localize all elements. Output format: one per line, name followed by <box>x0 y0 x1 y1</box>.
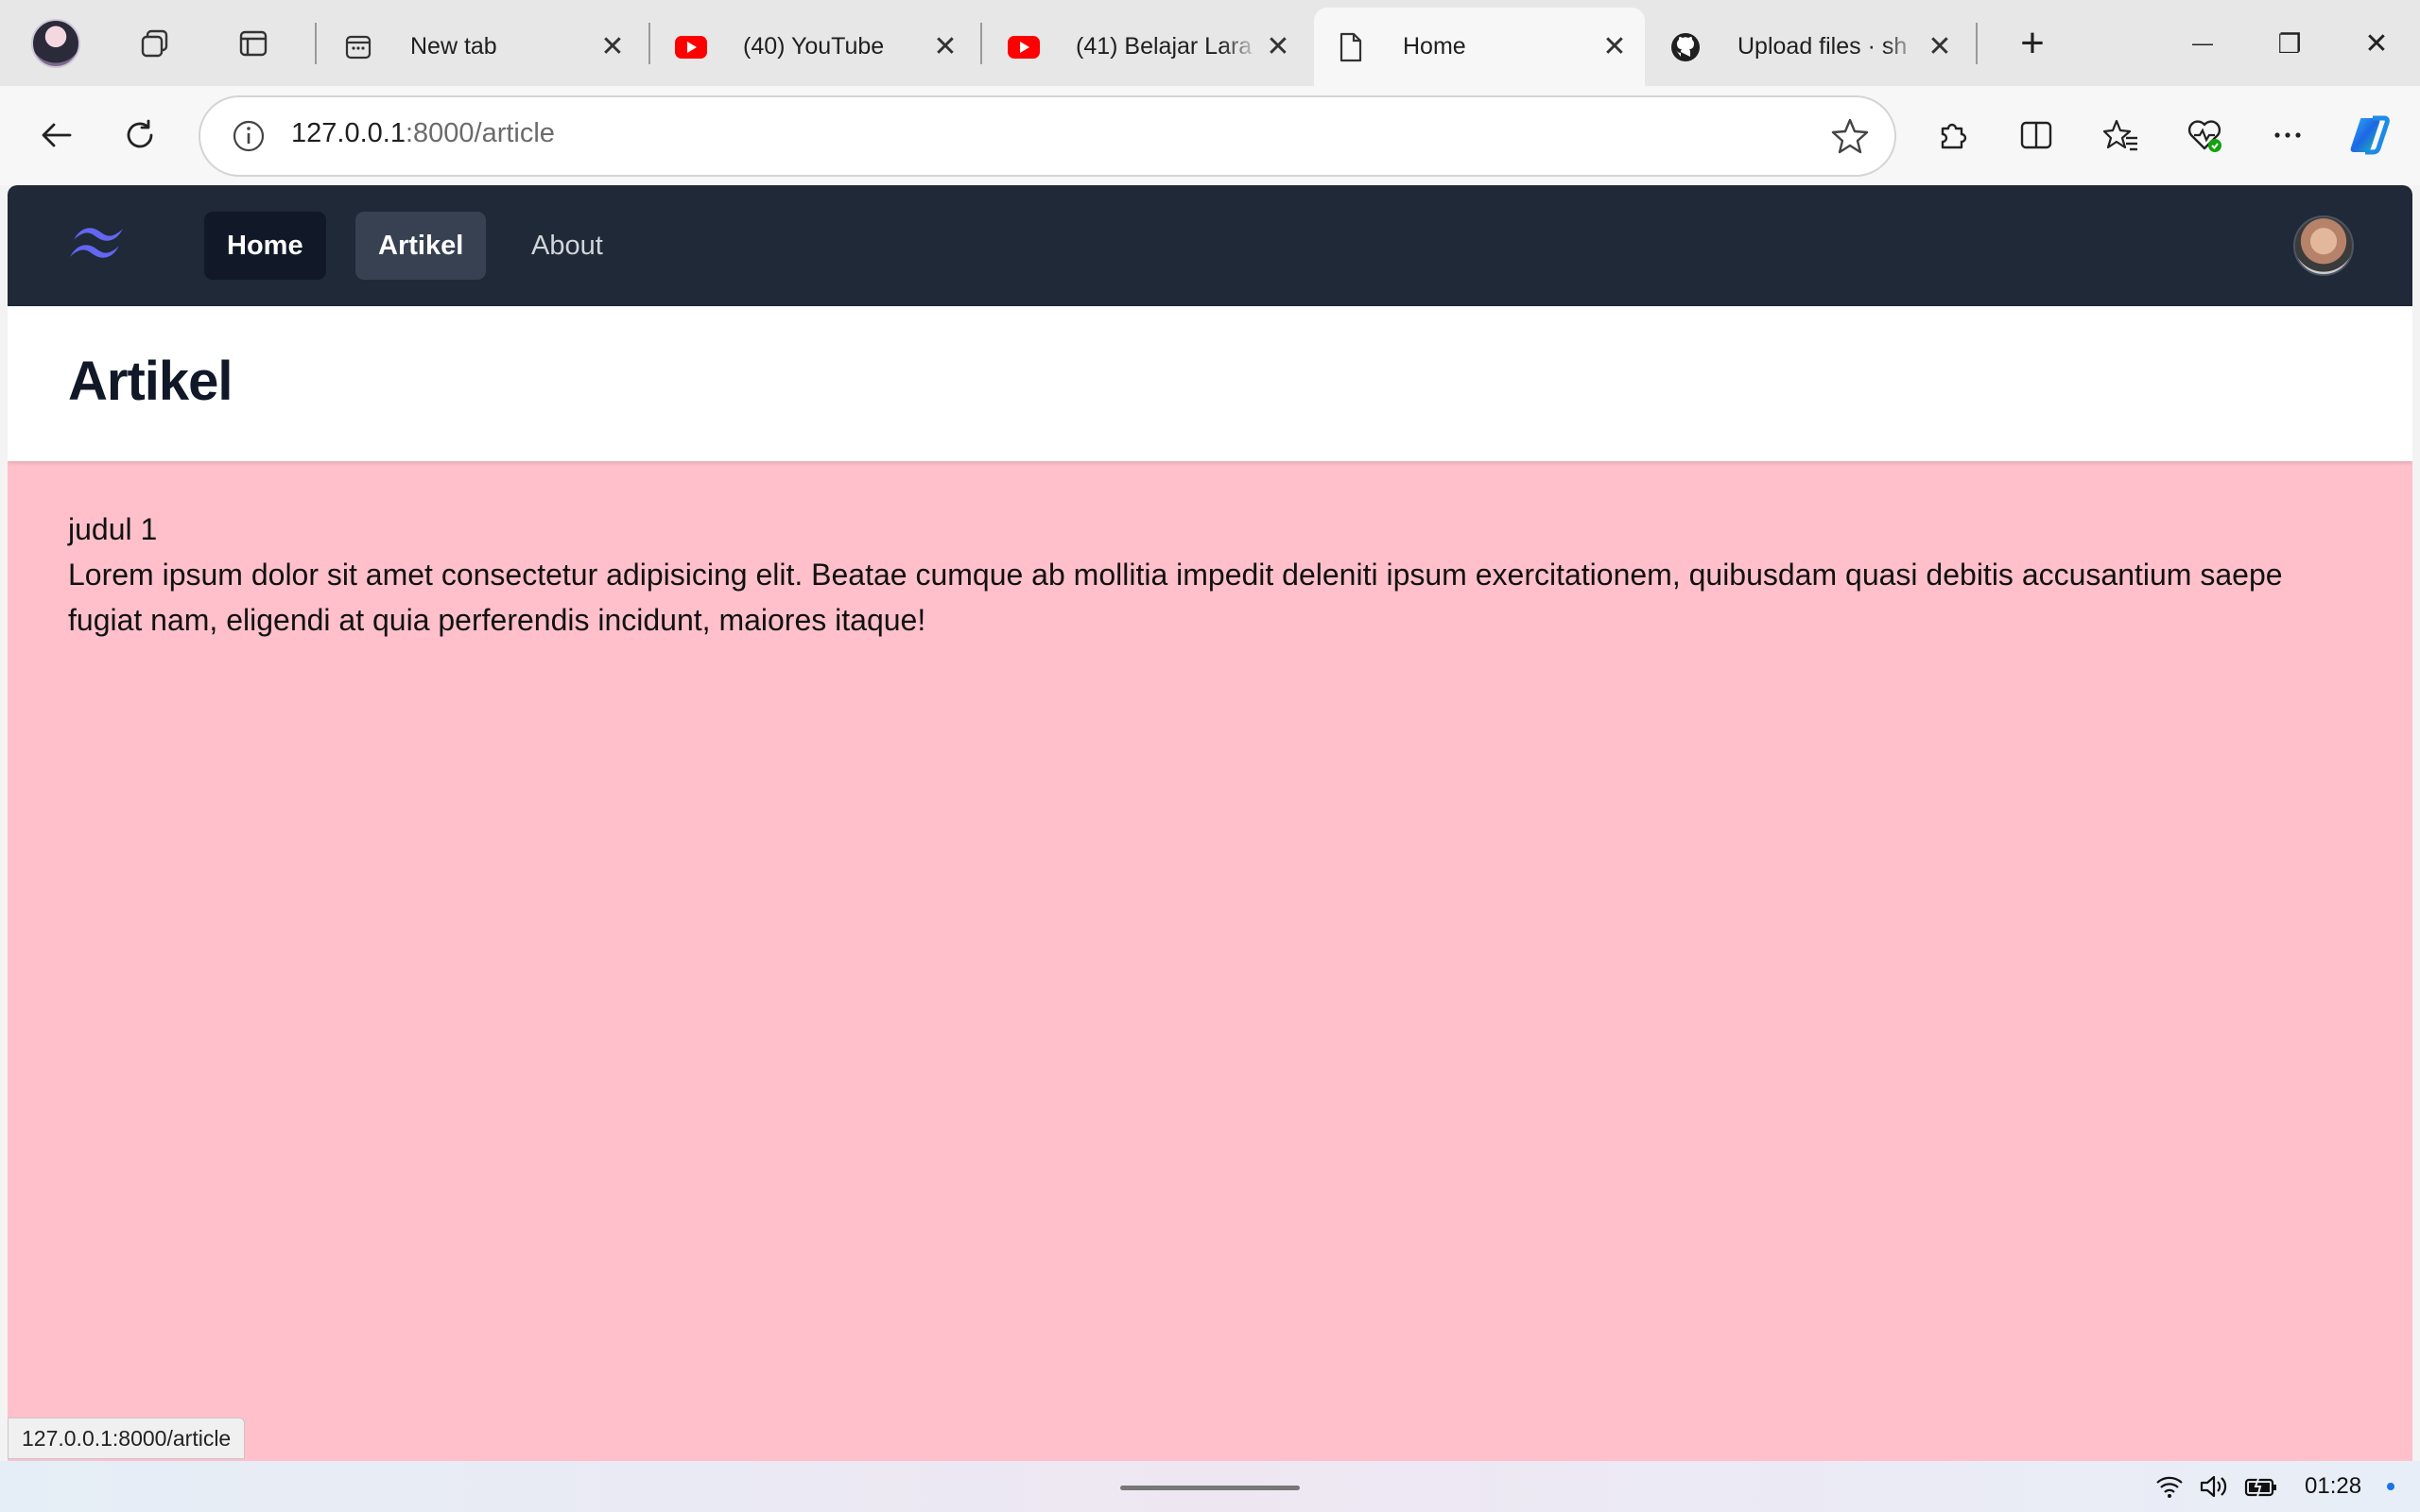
split-screen-icon[interactable] <box>2012 111 2061 160</box>
page-header: Artikel <box>8 306 2412 461</box>
tab-close-icon[interactable]: ✕ <box>1921 30 1959 63</box>
clock[interactable]: 01:28 <box>2305 1470 2361 1503</box>
article-body: Lorem ipsum dolor sit amet consectetur a… <box>68 558 2283 637</box>
window-close-button[interactable]: ✕ <box>2352 19 2401 68</box>
tab-separator <box>648 23 650 64</box>
wifi-icon[interactable] <box>2155 1470 2184 1503</box>
tab-separator <box>1976 23 1978 64</box>
youtube-icon <box>675 31 707 63</box>
tab-upload-files[interactable]: Upload files · sh ✕ <box>1649 8 1970 86</box>
volume-icon[interactable] <box>2199 1470 2229 1503</box>
link-status-url: 127.0.0.1:8000/article <box>8 1418 246 1459</box>
workspaces-icon[interactable] <box>130 19 180 68</box>
nav-artikel[interactable]: Artikel <box>355 212 487 280</box>
browser-tab-bar: New tab ✕ (40) YouTube ✕ (41) Belajar La… <box>0 0 2420 86</box>
tab-close-icon[interactable]: ✕ <box>926 30 964 63</box>
github-icon <box>1669 31 1702 63</box>
tab-title: Upload files · sh <box>1737 33 1908 60</box>
article-item: judul 1 Lorem ipsum dolor sit amet conse… <box>68 507 2356 643</box>
youtube-icon <box>1008 31 1040 63</box>
address-bar[interactable]: 127.0.0.1:8000/article <box>199 95 1896 177</box>
tab-belajar-laravel[interactable]: (41) Belajar Lara ✕ <box>987 8 1308 86</box>
extensions-icon[interactable] <box>1928 111 1978 160</box>
browser-toolbar: 127.0.0.1:8000/article <box>0 86 2420 185</box>
tab-youtube[interactable]: (40) YouTube ✕ <box>654 8 976 86</box>
tab-close-icon[interactable]: ✕ <box>594 30 631 63</box>
taskbar-handle[interactable] <box>1120 1486 1300 1490</box>
site-navbar: Home Artikel About <box>8 185 2412 306</box>
user-avatar[interactable] <box>2293 215 2354 276</box>
tab-title: (40) YouTube <box>743 33 885 60</box>
back-button[interactable] <box>32 111 81 160</box>
nav-home[interactable]: Home <box>204 212 326 280</box>
favorites-icon[interactable] <box>2097 111 2146 160</box>
tailwind-logo-icon[interactable] <box>66 219 129 272</box>
tab-title: Home <box>1403 33 1466 60</box>
tab-title: (41) Belajar Lara <box>1076 33 1253 60</box>
browser-essentials-icon[interactable] <box>2180 111 2229 160</box>
page-title: Artikel <box>68 351 233 412</box>
battery-icon[interactable] <box>2244 1470 2278 1503</box>
address-url: 127.0.0.1:8000/article <box>291 118 555 149</box>
favorite-star-icon[interactable] <box>1830 116 1870 156</box>
tab-new-tab[interactable]: New tab ✕ <box>321 8 643 86</box>
new-tab-icon <box>342 31 374 63</box>
tab-close-icon[interactable]: ✕ <box>1259 30 1297 63</box>
refresh-icon[interactable] <box>115 111 164 160</box>
profile-avatar[interactable] <box>31 19 80 68</box>
tab-separator <box>980 23 982 64</box>
taskbar: 01:28 <box>0 1461 2420 1512</box>
url-path: :8000/article <box>405 118 555 148</box>
web-page: Home Artikel About Artikel judul 1 Lorem… <box>8 185 2412 1461</box>
new-tab-button[interactable]: + <box>2008 19 2057 68</box>
url-host: 127.0.0.1 <box>291 118 406 148</box>
copilot-icon[interactable] <box>2346 111 2395 160</box>
minimize-button[interactable]: — <box>2178 19 2227 68</box>
tab-separator <box>315 23 317 64</box>
notification-dot-icon[interactable] <box>2386 1470 2395 1503</box>
tab-close-icon[interactable]: ✕ <box>1596 30 1634 63</box>
page-icon <box>1335 31 1367 63</box>
site-info-icon[interactable] <box>231 118 267 154</box>
more-options-icon[interactable] <box>2263 111 2312 160</box>
tab-title: New tab <box>410 33 497 60</box>
nav-about[interactable]: About <box>509 212 626 280</box>
restore-button[interactable]: ❐ <box>2265 19 2314 68</box>
tab-actions-icon[interactable] <box>229 19 278 68</box>
tab-home[interactable]: Home ✕ <box>1314 8 1645 86</box>
article-title: judul 1 <box>68 512 158 546</box>
